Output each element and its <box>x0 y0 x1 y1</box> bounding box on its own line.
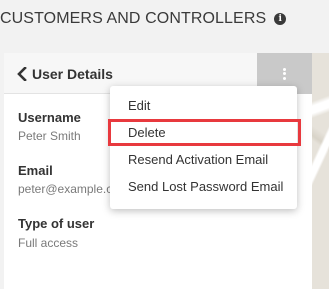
kebab-icon <box>282 67 287 80</box>
menu-item-send-lost-password[interactable]: Send Lost Password Email <box>110 173 297 200</box>
menu-item-edit[interactable]: Edit <box>110 92 297 119</box>
email-label: Email <box>18 163 53 178</box>
back-label: User Details <box>32 66 113 82</box>
user-type-label: Type of user <box>18 216 95 231</box>
page-header: CUSTOMERS AND CONTROLLERS i <box>0 0 329 38</box>
username-value: Peter Smith <box>18 129 81 143</box>
email-value: peter@example.c <box>18 182 113 196</box>
info-icon[interactable]: i <box>274 13 287 25</box>
menu-item-delete[interactable]: Delete <box>108 119 301 146</box>
chevron-left-icon <box>17 67 27 81</box>
username-label: Username <box>18 110 81 125</box>
map-background <box>312 53 329 289</box>
user-type-value: Full access <box>18 236 79 250</box>
page-title: CUSTOMERS AND CONTROLLERS <box>0 10 267 27</box>
menu-item-resend-activation[interactable]: Resend Activation Email <box>110 146 297 173</box>
actions-dropdown-menu: Edit Delete Resend Activation Email Send… <box>108 86 301 209</box>
back-button[interactable]: User Details <box>16 65 113 83</box>
